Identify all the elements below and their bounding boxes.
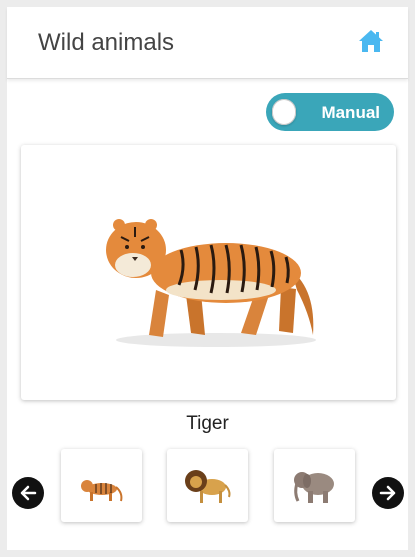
toggle-knob[interactable]	[272, 99, 296, 125]
thumbnail-elephant[interactable]	[274, 449, 355, 522]
tiger-image	[106, 219, 316, 347]
toggle-label: Manual	[321, 103, 380, 122]
thumbnail-tiger[interactable]	[61, 449, 142, 522]
mode-toggle[interactable]: Manual	[266, 93, 394, 131]
animal-name: Tiger	[186, 413, 229, 434]
arrow-right-icon	[379, 485, 396, 501]
arrow-left-icon	[20, 485, 37, 501]
home-button[interactable]	[358, 29, 384, 53]
previous-button[interactable]	[12, 477, 44, 509]
next-button[interactable]	[372, 477, 404, 509]
thumbnail-lion[interactable]	[167, 449, 248, 522]
app-frame: Wild animals Manual Tiger	[7, 7, 408, 550]
lion-thumbnail-image	[185, 470, 231, 503]
elephant-thumbnail-image	[294, 472, 334, 503]
animal-image-card	[21, 145, 396, 400]
page-title: Wild animals	[38, 29, 175, 56]
home-icon	[359, 30, 383, 52]
tiger-thumbnail-image	[81, 480, 123, 502]
app-header: Wild animals	[7, 7, 408, 79]
